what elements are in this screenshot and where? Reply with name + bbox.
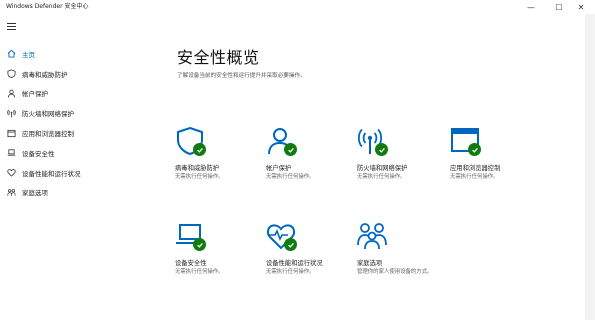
window-edge (585, 14, 595, 320)
check-icon (468, 143, 481, 156)
check-icon (193, 143, 206, 156)
sidebar-item-device-security[interactable]: 设备安全性 (0, 143, 130, 163)
sidebar-item-family-options[interactable]: 家庭选项 (0, 183, 130, 203)
sidebar-item-label: 家庭选项 (22, 189, 48, 198)
antenna-icon (7, 109, 16, 118)
laptop-icon (7, 148, 16, 157)
shield-icon (7, 69, 16, 79)
tile-device-security[interactable]: 设备安全性 无需执行任何操作。 (175, 221, 265, 293)
check-icon (375, 143, 388, 156)
tile-firewall[interactable]: 防火墙和网络保护 无需执行任何操作。 (357, 126, 447, 198)
tile-status: 无需执行任何操作。 (266, 269, 315, 275)
tile-status: 无需执行任何操作。 (175, 269, 224, 275)
tile-status: 无需执行任何操作。 (357, 174, 406, 180)
tile-family-options[interactable]: 家庭选项 管理你的家人使用设备的方式。 (357, 221, 447, 293)
sidebar-item-label: 病毒和威胁防护 (22, 70, 68, 79)
home-icon (7, 49, 16, 58)
tile-status: 无需执行任何操作。 (450, 174, 499, 180)
check-icon (284, 238, 297, 251)
sidebar-item-device-performance[interactable]: 设备性能和运行状况 (0, 163, 130, 183)
sidebar-item-virus-protection[interactable]: 病毒和威胁防护 (0, 64, 130, 84)
sidebar: 主页 病毒和威胁防护 帐户保护 防火墙和网络保护 应用和浏览器控制 设备安全性 … (0, 14, 130, 320)
sidebar-item-app-browser-control[interactable]: 应用和浏览器控制 (0, 123, 130, 143)
page-subtitle: 了解设备当前的安全性和运行提升并采取必要操作。 (177, 73, 306, 79)
sidebar-item-label: 防火墙和网络保护 (22, 110, 74, 119)
tile-name: 防火墙和网络保护 (357, 165, 408, 172)
page-title: 安全性概览 (177, 48, 260, 67)
sidebar-item-firewall[interactable]: 防火墙和网络保护 (0, 103, 130, 123)
window-title: Windows Defender 安全中心 (6, 3, 89, 10)
person-icon (7, 89, 16, 98)
sidebar-item-label: 应用和浏览器控制 (22, 130, 74, 139)
title-bar[interactable]: Windows Defender 安全中心 — ☐ ✕ (0, 0, 595, 14)
close-button[interactable]: ✕ (567, 0, 595, 14)
app-window-icon (7, 129, 16, 138)
sidebar-item-home[interactable]: 主页 (0, 44, 130, 64)
sidebar-item-account-protection[interactable]: 帐户保护 (0, 84, 130, 104)
tile-account-protection[interactable]: 帐户保护 无需执行任何操作。 (266, 126, 356, 198)
tile-name: 设备性能和运行状况 (266, 260, 323, 267)
tile-status: 无需执行任何操作。 (266, 174, 315, 180)
family-icon (357, 223, 387, 250)
sidebar-item-label: 帐户保护 (22, 90, 48, 99)
sidebar-item-label: 主页 (22, 50, 35, 59)
tile-name: 家庭选项 (357, 260, 383, 267)
tile-name: 应用和浏览器控制 (450, 165, 501, 172)
sidebar-nav: 主页 病毒和威胁防护 帐户保护 防火墙和网络保护 应用和浏览器控制 设备安全性 … (0, 44, 130, 202)
heart-icon (7, 168, 16, 177)
tile-status: 管理你的家人使用设备的方式。 (357, 269, 433, 275)
tile-status: 无需执行任何操作。 (175, 174, 224, 180)
minimize-button[interactable]: — (517, 0, 545, 14)
main-content: 安全性概览 了解设备当前的安全性和运行提升并采取必要操作。 病毒和威胁防护 无需… (130, 14, 585, 320)
check-icon (284, 143, 297, 156)
family-icon (7, 188, 16, 197)
tile-name: 设备安全性 (175, 260, 207, 267)
check-icon (193, 238, 206, 251)
tile-virus-protection[interactable]: 病毒和威胁防护 无需执行任何操作。 (175, 126, 265, 198)
sidebar-item-label: 设备安全性 (22, 149, 55, 158)
tile-app-browser-control[interactable]: 应用和浏览器控制 无需执行任何操作。 (450, 126, 540, 198)
tile-name: 病毒和威胁防护 (175, 165, 220, 172)
menu-icon[interactable] (7, 23, 16, 31)
sidebar-item-label: 设备性能和运行状况 (22, 169, 81, 178)
tile-device-performance[interactable]: 设备性能和运行状况 无需执行任何操作。 (266, 221, 356, 293)
tile-name: 帐户保护 (266, 165, 292, 172)
app-window: Windows Defender 安全中心 — ☐ ✕ 主页 病毒和威胁防护 帐… (0, 0, 595, 320)
